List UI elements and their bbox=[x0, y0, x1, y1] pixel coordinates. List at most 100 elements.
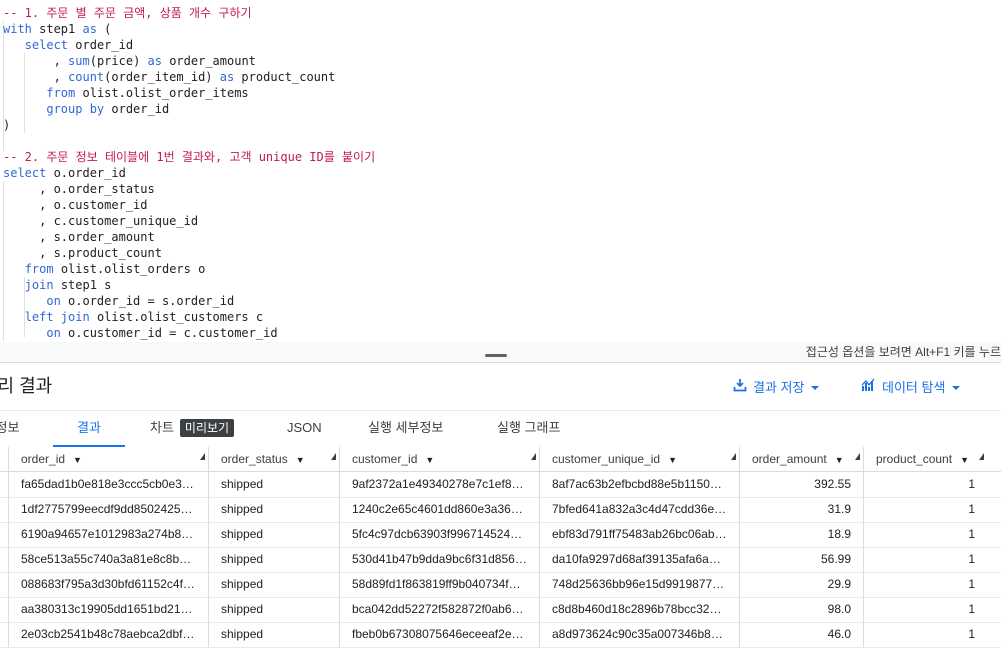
table-row[interactable]: 1df2775799eecdf9dd8502425… shipped 1240c2e… bbox=[0, 497, 1001, 523]
table-cell-order-status[interactable]: shipped bbox=[208, 547, 339, 572]
code-token: -- 1. 주문 별 주문 금액, 상품 개수 구하기 bbox=[3, 6, 252, 20]
table-cell-customer-unique-id[interactable]: ebf83d791ff75483ab26bc06ab… bbox=[539, 522, 739, 547]
table-cell-product-count[interactable]: 1 bbox=[863, 522, 987, 547]
code-token: on bbox=[46, 294, 61, 308]
table-cell-order-id[interactable]: 58ce513a55c740a3a81e8c8b7… bbox=[8, 547, 208, 572]
tab-execution-details[interactable]: 실행 세부정보 bbox=[368, 411, 443, 447]
table-cell-order-amount[interactable]: 18.9 bbox=[739, 522, 863, 547]
code-token: (order_item_id) bbox=[104, 70, 220, 84]
table-cell-order-id[interactable]: 2e03cb2541b48c78aebca2dbf… bbox=[8, 622, 208, 647]
table-cell-order-status[interactable]: shipped bbox=[208, 572, 339, 597]
table-cell-order-id[interactable]: fa65dad1b0e818e3ccc5cb0e3… bbox=[8, 472, 208, 497]
table-cell-customer-unique-id[interactable]: c8d8b460d18c2896b78bcc324… bbox=[539, 597, 739, 622]
table-cell-order-status[interactable]: shipped bbox=[208, 522, 339, 547]
table-cell-order-amount[interactable]: 392.55 bbox=[739, 472, 863, 497]
table-cell-order-amount[interactable]: 98.0 bbox=[739, 597, 863, 622]
sort-arrow-icon[interactable]: ▼ bbox=[835, 455, 844, 465]
tab-json[interactable]: JSON bbox=[287, 411, 322, 447]
table-cell-customer-unique-id[interactable]: 748d25636bb96e15d9919877f… bbox=[539, 572, 739, 597]
table-row[interactable]: aa380313c19905dd1651bd21… shipped bca042dd… bbox=[0, 597, 1001, 623]
column-header-customer-id[interactable]: customer_id ▼ bbox=[339, 447, 539, 471]
table-cell-order-amount[interactable]: 31.9 bbox=[739, 497, 863, 522]
code-line: select o.order_id bbox=[3, 165, 375, 181]
code-token: group by bbox=[46, 102, 105, 116]
accessibility-hint: 접근성 옵션을 보려면 Alt+F1 키를 누르 bbox=[805, 345, 1001, 359]
table-cell-product-count[interactable]: 1 bbox=[863, 547, 987, 572]
table-cell-customer-id[interactable]: fbeb0b67308075646eceeaf2e… bbox=[339, 622, 539, 647]
table-cell-product-count[interactable]: 1 bbox=[863, 472, 987, 497]
column-header-order-status[interactable]: order_status ▼ bbox=[208, 447, 339, 471]
column-menu-icon[interactable] bbox=[200, 453, 205, 460]
column-menu-icon[interactable] bbox=[731, 453, 736, 460]
save-results-button[interactable]: 결과 저장 bbox=[733, 377, 820, 396]
table-cell-customer-unique-id[interactable]: da10fa9297d68af39135afa6a3… bbox=[539, 547, 739, 572]
tab-execution-graph[interactable]: 실행 그래프 bbox=[497, 411, 560, 447]
drag-handle-icon[interactable] bbox=[485, 354, 507, 357]
table-row[interactable]: 2e03cb2541b48c78aebca2dbf… shipped fbeb0b6… bbox=[0, 622, 1001, 648]
table-cell-customer-unique-id[interactable]: 7bfed641a832a3c4d47cdd36e… bbox=[539, 497, 739, 522]
code-line: , s.product_count bbox=[3, 245, 375, 261]
code-token: select bbox=[3, 166, 47, 180]
code-token: count bbox=[68, 70, 105, 84]
table-cell-order-status[interactable]: shipped bbox=[208, 597, 339, 622]
table-cell-customer-id[interactable]: 530d41b47b9dda9bc6f31d856… bbox=[339, 547, 539, 572]
table-cell-customer-unique-id[interactable]: a8d973624c90c35a007346b8… bbox=[539, 622, 739, 647]
column-menu-icon[interactable] bbox=[531, 453, 536, 460]
table-row[interactable]: 58ce513a55c740a3a81e8c8b7… shipped 530d41b… bbox=[0, 547, 1001, 573]
sort-arrow-icon[interactable]: ▼ bbox=[296, 455, 305, 465]
sort-arrow-icon[interactable]: ▼ bbox=[668, 455, 677, 465]
table-cell-product-count[interactable]: 1 bbox=[863, 572, 987, 597]
column-menu-icon[interactable] bbox=[331, 453, 336, 460]
table-cell-customer-id[interactable]: 58d89fd1f863819ff9b040734f… bbox=[339, 572, 539, 597]
table-cell-order-status[interactable]: shipped bbox=[208, 472, 339, 497]
code-token: sum bbox=[68, 54, 90, 68]
sort-arrow-icon[interactable]: ▼ bbox=[425, 455, 434, 465]
code-token: o.order_id = s.order_id bbox=[60, 294, 235, 308]
column-menu-icon[interactable] bbox=[979, 453, 984, 460]
table-cell-product-count[interactable]: 1 bbox=[863, 622, 987, 647]
table-cell-product-count[interactable]: 1 bbox=[863, 597, 987, 622]
table-cell-order-status[interactable]: shipped bbox=[208, 497, 339, 522]
code-token: product_count bbox=[234, 70, 336, 84]
sort-arrow-icon[interactable]: ▼ bbox=[73, 455, 82, 465]
table-cell-order-status[interactable]: shipped bbox=[208, 622, 339, 647]
table-cell-order-amount[interactable]: 46.0 bbox=[739, 622, 863, 647]
code-token: with bbox=[3, 22, 32, 36]
results-title: 쿼리 결과 bbox=[0, 376, 53, 396]
column-header-customer-unique-id[interactable]: customer_unique_id ▼ bbox=[539, 447, 739, 471]
table-cell-product-count[interactable]: 1 bbox=[863, 497, 987, 522]
table-row[interactable]: 088683f795a3d30bfd61152c4f… shipped 58d89f… bbox=[0, 572, 1001, 598]
table-cell-customer-id[interactable]: 9af2372a1e49340278e7c1ef8… bbox=[339, 472, 539, 497]
table-cell-order-id[interactable]: 1df2775799eecdf9dd8502425… bbox=[8, 497, 208, 522]
sql-editor[interactable]: -- 1. 주문 별 주문 금액, 상품 개수 구하기 with step1 as… bbox=[0, 0, 1001, 342]
table-cell-order-amount[interactable]: 56.99 bbox=[739, 547, 863, 572]
table-cell-customer-id[interactable]: bca042dd52272f582872f0ab6… bbox=[339, 597, 539, 622]
table-cell-order-id[interactable]: 6190a94657e1012983a274b8… bbox=[8, 522, 208, 547]
table-row[interactable]: fa65dad1b0e818e3ccc5cb0e3… shipped 9af2372… bbox=[0, 472, 1001, 498]
table-cell-customer-id[interactable]: 1240c2e65c4601dd860e3a367… bbox=[339, 497, 539, 522]
column-header-product-count[interactable]: product_count ▼ bbox=[863, 447, 987, 471]
table-cell-order-amount[interactable]: 29.9 bbox=[739, 572, 863, 597]
table-cell-customer-unique-id[interactable]: 8af7ac63b2efbcbd88e5b1150… bbox=[539, 472, 739, 497]
code-token: from bbox=[24, 262, 54, 276]
sort-arrow-icon[interactable]: ▼ bbox=[960, 455, 969, 465]
table-cell-order-id[interactable]: 088683f795a3d30bfd61152c4f… bbox=[8, 572, 208, 597]
results-tabs: 작업 정보 결과 차트 미리보기 JSON 실행 세부정보 실행 그래프 bbox=[0, 411, 1001, 448]
tab-results[interactable]: 결과 bbox=[53, 411, 125, 447]
column-header-order-amount[interactable]: order_amount ▼ bbox=[739, 447, 863, 471]
table-cell-customer-id[interactable]: 5fc4c97dcb63903f996714524… bbox=[339, 522, 539, 547]
code-token: step1 bbox=[31, 22, 83, 36]
column-header-label: customer_unique_id bbox=[552, 452, 661, 466]
tab-job-info[interactable]: 작업 정보 bbox=[0, 411, 19, 447]
column-header-order-id[interactable]: order_id ▼ bbox=[8, 447, 208, 471]
column-menu-icon[interactable] bbox=[855, 453, 860, 460]
tab-chart[interactable]: 차트 미리보기 bbox=[150, 411, 235, 447]
code-token: o.order_id bbox=[46, 166, 126, 180]
explore-data-button[interactable]: 데이터 탐색 bbox=[861, 377, 961, 396]
table-cell-order-id[interactable]: aa380313c19905dd1651bd21… bbox=[8, 597, 208, 622]
editor-results-splitter[interactable]: 접근성 옵션을 보려면 Alt+F1 키를 누르 bbox=[0, 342, 1001, 363]
table-row[interactable]: 6190a94657e1012983a274b8… shipped 5fc4c97d… bbox=[0, 522, 1001, 548]
